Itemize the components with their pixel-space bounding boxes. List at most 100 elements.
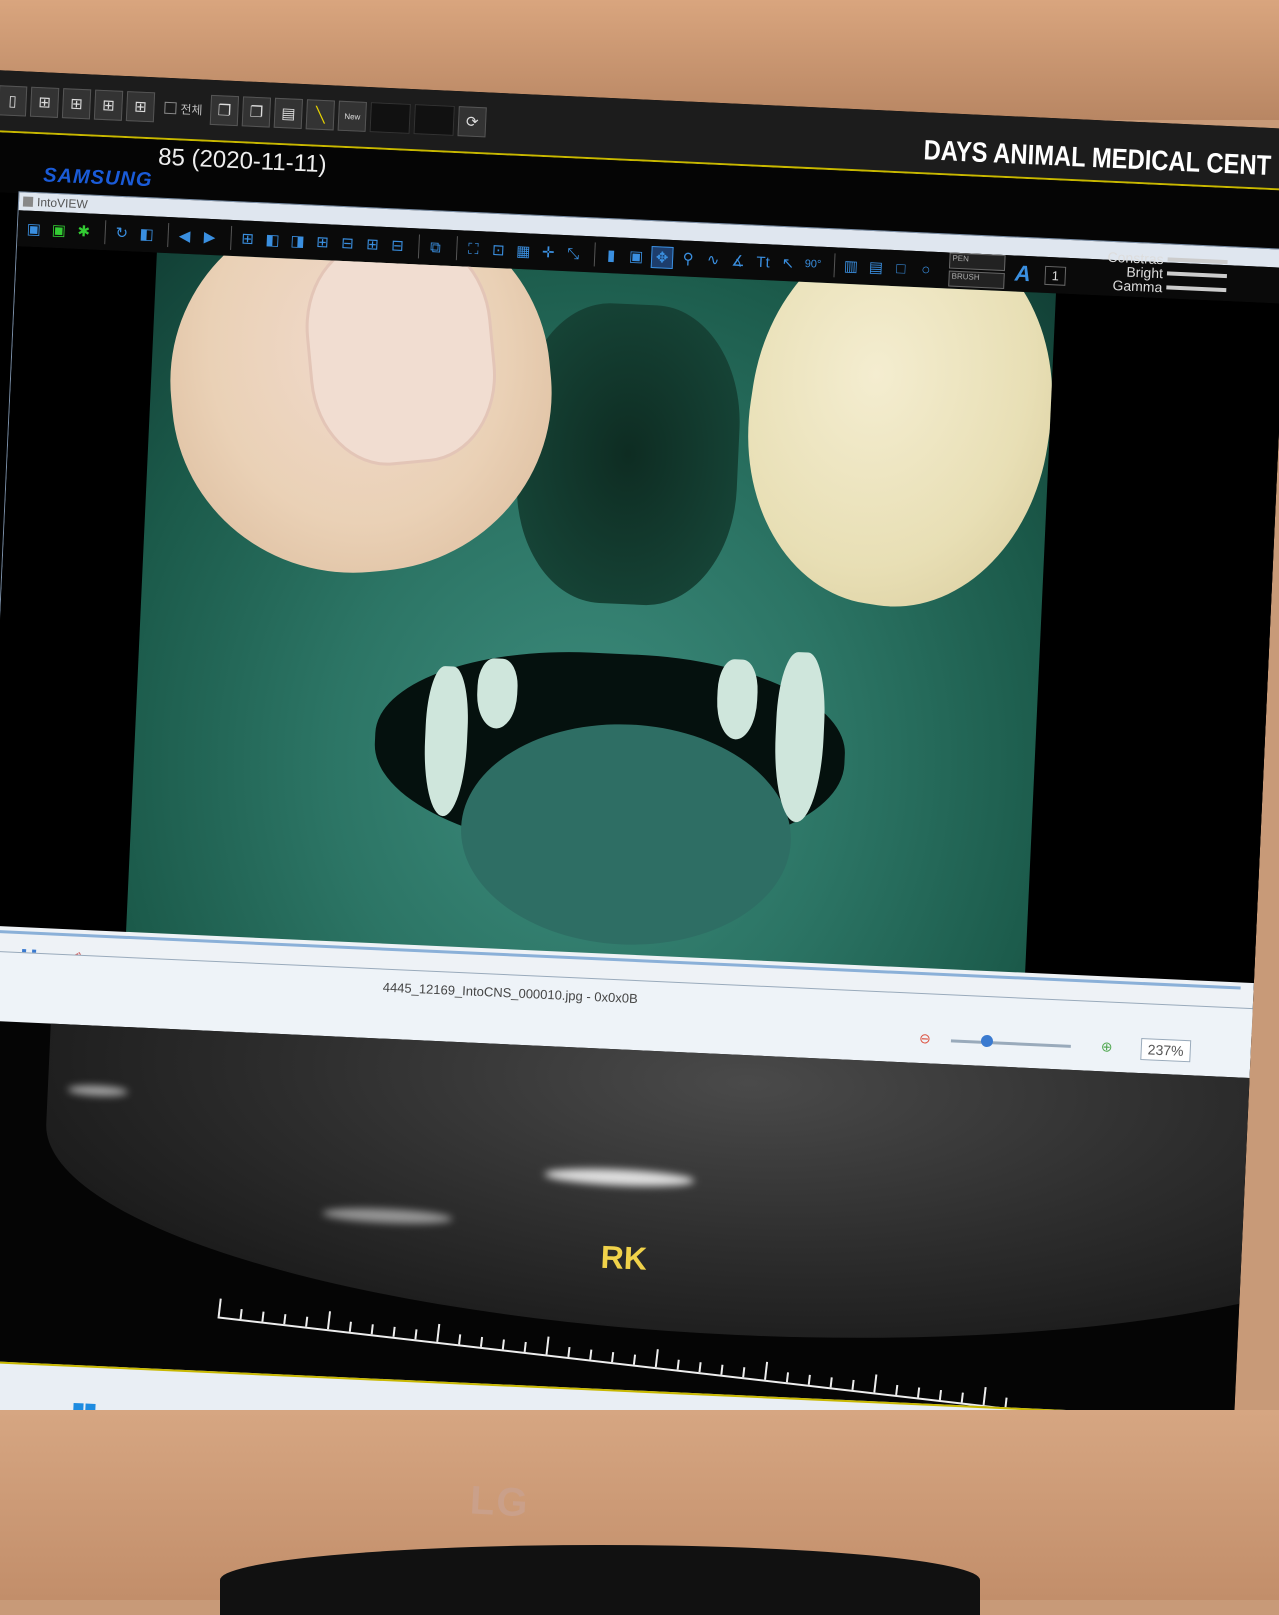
portrait-icon[interactable]: ▣ (626, 246, 647, 267)
pan-icon[interactable]: ✥ (650, 246, 674, 269)
zoom-slider-thumb[interactable] (980, 1034, 994, 1048)
ruler-tick (917, 1387, 921, 1398)
zoom-slider[interactable] (950, 1039, 1071, 1048)
clinical-photo[interactable] (125, 252, 1056, 993)
layout-2x2-button[interactable]: ⊞ (29, 86, 60, 118)
intoview-title: IntoVIEW (36, 195, 89, 212)
flip-icon[interactable]: ◧ (136, 224, 157, 245)
gamma-label: Gamma (1112, 276, 1163, 296)
toolbar-separator (104, 220, 107, 245)
series-button[interactable]: ▤ (273, 97, 304, 130)
freehand-icon[interactable]: ∿ (703, 249, 724, 270)
ruler-tick (414, 1329, 418, 1340)
line-width-spinner[interactable]: 1 (1044, 265, 1067, 286)
grid-2-icon[interactable]: ◧ (262, 229, 283, 250)
new-label: New (344, 111, 361, 122)
photo-right-thumb (723, 252, 1056, 627)
pen-option[interactable]: PEN (948, 252, 1006, 272)
toolbar-separator (833, 253, 836, 278)
shrink-icon[interactable]: ⤡ (563, 243, 584, 264)
ruler-tick (632, 1354, 637, 1365)
rotate-icon[interactable]: ↻ (111, 223, 132, 244)
magic-wand-icon[interactable]: ⚲ (678, 248, 699, 269)
text-icon[interactable]: Tt (753, 252, 774, 273)
ruler-tick (807, 1374, 811, 1385)
ruler-tick (764, 1361, 769, 1380)
toolbar-separator (593, 242, 596, 267)
measure-icon[interactable]: ▤ (866, 257, 887, 278)
ruler-tick (567, 1346, 571, 1358)
ruler-tick (545, 1336, 550, 1355)
brush-option[interactable]: BRUSH (948, 270, 1005, 290)
ruler-tick (895, 1384, 899, 1396)
save-icon[interactable]: ▣ (23, 219, 44, 240)
export-icon[interactable]: ▣ (48, 220, 69, 241)
font-icon[interactable]: A (1014, 261, 1031, 288)
monitor-screen: ▯ ⊞ ⊞ ⊞ ⊞ 전체 ❐ ❐ ▤ ╲ New ⟳ DAYS ANIMAL M… (0, 70, 1279, 1548)
zoom-region-icon[interactable]: ⊡ (488, 240, 509, 261)
refresh-icon[interactable]: ⟳ (457, 106, 487, 138)
rectangle-icon[interactable]: □ (890, 258, 911, 279)
fit-icon[interactable]: ⛶ (463, 238, 484, 259)
arrow-icon[interactable]: ↖ (778, 253, 799, 274)
grid-7-icon[interactable]: ⊟ (387, 235, 408, 256)
all-checkbox[interactable] (164, 101, 177, 115)
ruler-tick (261, 1311, 265, 1322)
all-checkbox-label: 전체 (180, 102, 203, 117)
grid-3-icon[interactable]: ◨ (287, 231, 308, 252)
grid-6-icon[interactable]: ⊞ (362, 234, 383, 255)
compare-icon[interactable]: ⧉ (425, 237, 446, 258)
grid-1-icon[interactable]: ⊞ (237, 228, 258, 249)
photo-left-thumb (154, 252, 568, 590)
grid-overlay-icon[interactable]: ▦ (513, 241, 534, 262)
image-viewer[interactable]: ▶ ❚❚ ● ◀) (0, 246, 1279, 1034)
rotate-90-icon[interactable]: 90° (803, 254, 824, 275)
ruler-tick (305, 1316, 309, 1327)
ultrasound-background: RK (0, 1019, 1250, 1418)
zoom-out-icon[interactable]: ⊖ (919, 1030, 931, 1048)
gamma-slider[interactable] (1166, 285, 1227, 293)
lg-logo: LG (468, 1478, 531, 1526)
angle-icon[interactable]: ∡ (728, 251, 749, 272)
ruler-tick (217, 1298, 222, 1317)
pen-brush-selector[interactable]: PEN BRUSH (948, 252, 1006, 292)
image-adjust-panel: Constras Bright Gamma (1106, 249, 1228, 297)
ruler-tick (348, 1321, 352, 1332)
settings-icon[interactable]: ✱ (73, 221, 94, 242)
ruler-tick (676, 1359, 680, 1370)
new-study-button[interactable]: New (337, 100, 368, 132)
ruler-tick (698, 1362, 702, 1373)
ruler-tick (960, 1392, 964, 1403)
layout-3x3-button[interactable]: ⊞ (125, 91, 156, 123)
ruler-tick (239, 1309, 243, 1320)
ruler-tick (479, 1336, 484, 1348)
grid-5-icon[interactable]: ⊟ (337, 233, 358, 254)
layout-2x3-button[interactable]: ⊞ (61, 88, 92, 120)
window-stack-button[interactable]: ❐ (241, 96, 272, 128)
circle-icon[interactable]: ○ (915, 259, 936, 280)
ruler-icon[interactable]: ▥ (841, 256, 862, 277)
zoom-level[interactable]: 237% (1140, 1038, 1192, 1063)
intoview-window: IntoVIEW ▣ ▣ ✱ ↻ ◧ ◀ ▶ ⊞ ◧ ◨ ⊞ ⊟ ⊞ ⊟ ⧉ ⛶… (0, 191, 1279, 1034)
window-cascade-button[interactable]: ❐ (209, 94, 240, 127)
empty-slot-1[interactable] (369, 102, 411, 134)
monitor-stand (220, 1545, 980, 1615)
ultrasound-label: RK (599, 1238, 648, 1277)
image-filename: 4445_12169_IntoCNS_000010.jpg - 0x0x0B (382, 979, 639, 1007)
contrast-slider[interactable] (1167, 257, 1228, 265)
empty-slot-2[interactable] (413, 104, 455, 136)
layout-3x2-button[interactable]: ⊞ (93, 89, 124, 121)
panel-icon[interactable]: ▮ (601, 245, 622, 266)
ruler-tick (436, 1323, 441, 1342)
app-icon (22, 196, 34, 207)
next-icon[interactable]: ▶ (199, 227, 220, 248)
bright-slider[interactable] (1166, 271, 1228, 279)
ruler-tick (589, 1349, 593, 1360)
grid-4-icon[interactable]: ⊞ (312, 232, 333, 253)
prev-icon[interactable]: ◀ (174, 225, 195, 246)
ruler-tick (458, 1334, 462, 1345)
crosshair-icon[interactable]: ✛ (538, 242, 559, 263)
pen-tool-button[interactable]: ╲ (305, 99, 336, 131)
layout-1-button[interactable]: ▯ (0, 85, 28, 117)
zoom-in-icon[interactable]: ⊕ (1100, 1038, 1112, 1056)
